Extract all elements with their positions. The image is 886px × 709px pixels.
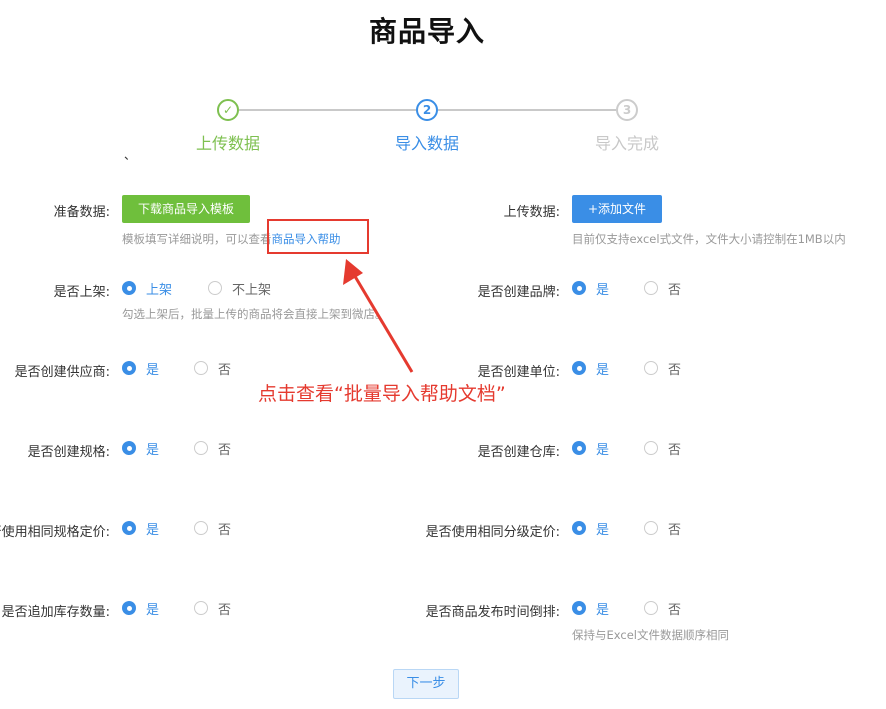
option-supplier-no-radio[interactable]: [194, 361, 208, 375]
step-connector-2: [438, 109, 616, 111]
option-same-spec-price-no-text[interactable]: 否: [218, 519, 231, 538]
option-warehouse-yes-text[interactable]: 是: [596, 439, 609, 458]
annotation-text: 点击查看“批量导入帮助文档”: [258, 383, 506, 405]
step-2-label: 导入数据: [394, 134, 459, 153]
step-3-indicator: 3: [616, 99, 638, 121]
option-append-stock-label: 是否追加库存数量:: [1, 605, 110, 620]
option-supplier-no-text[interactable]: 否: [218, 359, 231, 378]
option-append-stock-yes-text[interactable]: 是: [146, 599, 159, 618]
option-append-stock-no-text[interactable]: 否: [218, 599, 231, 618]
option-same-tier-price-label: 是否使用相同分级定价:: [425, 525, 560, 540]
add-file-button[interactable]: +添加文件: [572, 195, 663, 223]
option-same-spec-price-yes-radio[interactable]: [122, 521, 136, 535]
option-brand-no-radio[interactable]: [644, 281, 658, 295]
step-3-label: 导入完成: [594, 134, 659, 153]
option-supplier-yes-radio[interactable]: [122, 361, 136, 375]
option-reverse-publish-yes-radio[interactable]: [572, 601, 586, 615]
option-unit-yes-text[interactable]: 是: [596, 359, 609, 378]
option-append-stock-yes-radio[interactable]: [122, 601, 136, 615]
stray-mark: 、: [124, 148, 137, 162]
option-shelf-yes-text[interactable]: 上架: [146, 279, 172, 298]
step-2-indicator: 2: [416, 99, 438, 121]
page-title: 商品导入: [368, 15, 485, 48]
option-shelf-hint: 勾选上架后，批量上传的商品将会直接上架到微店。: [122, 307, 387, 321]
option-reverse-publish-no-text[interactable]: 否: [668, 599, 681, 618]
option-spec-no-radio[interactable]: [194, 441, 208, 455]
prepare-hint-text: 模板填写详细说明，可以查看: [122, 232, 272, 246]
option-same-tier-price-no-radio[interactable]: [644, 521, 658, 535]
option-reverse-publish-hint: 保持与Excel文件数据顺序相同: [572, 628, 729, 642]
option-unit-label: 是否创建单位:: [477, 365, 560, 380]
option-unit-yes-radio[interactable]: [572, 361, 586, 375]
option-spec-no-text[interactable]: 否: [218, 439, 231, 458]
option-brand-no-text[interactable]: 否: [668, 279, 681, 298]
upload-data-label: 上传数据:: [503, 205, 560, 220]
option-brand-yes-text[interactable]: 是: [596, 279, 609, 298]
option-supplier-label: 是否创建供应商:: [14, 365, 110, 380]
option-spec-yes-radio[interactable]: [122, 441, 136, 455]
option-warehouse-no-text[interactable]: 否: [668, 439, 681, 458]
upload-hint: 目前仅支持excel式文件，文件大小请控制在1MB以内: [572, 232, 846, 246]
option-warehouse-label: 是否创建仓库:: [477, 445, 560, 460]
option-warehouse-yes-radio[interactable]: [572, 441, 586, 455]
option-unit-no-radio[interactable]: [644, 361, 658, 375]
option-same-spec-price-yes-text[interactable]: 是: [146, 519, 159, 538]
option-shelf-no-radio[interactable]: [208, 281, 222, 295]
option-shelf-yes-radio[interactable]: [122, 281, 136, 295]
option-shelf-no-text[interactable]: 不上架: [232, 279, 271, 298]
option-unit-no-text[interactable]: 否: [668, 359, 681, 378]
option-reverse-publish-no-radio[interactable]: [644, 601, 658, 615]
option-same-tier-price-yes-radio[interactable]: [572, 521, 586, 535]
option-spec-yes-text[interactable]: 是: [146, 439, 159, 458]
step-1-check-icon: ✓: [217, 99, 239, 121]
option-warehouse-no-radio[interactable]: [644, 441, 658, 455]
option-append-stock-no-radio[interactable]: [194, 601, 208, 615]
option-shelf-label: 是否上架:: [53, 285, 110, 300]
next-step-button[interactable]: 下一步: [393, 669, 459, 699]
option-same-tier-price-yes-text[interactable]: 是: [596, 519, 609, 538]
download-template-button[interactable]: 下载商品导入模板: [122, 195, 251, 223]
option-same-spec-price-no-radio[interactable]: [194, 521, 208, 535]
option-same-spec-price-label: 否使用相同规格定价:: [0, 525, 110, 540]
option-supplier-yes-text[interactable]: 是: [146, 359, 159, 378]
option-spec-label: 是否创建规格:: [27, 445, 110, 460]
step-connector-1: [239, 109, 416, 111]
option-same-tier-price-no-text[interactable]: 否: [668, 519, 681, 538]
option-reverse-publish-label: 是否商品发布时间倒排:: [425, 605, 560, 620]
option-brand-yes-radio[interactable]: [572, 281, 586, 295]
step-1-label: 上传数据: [195, 134, 260, 153]
option-brand-label: 是否创建品牌:: [477, 285, 560, 300]
prepare-data-label: 准备数据:: [53, 205, 110, 220]
annotation-highlight-box: [267, 219, 369, 254]
option-reverse-publish-yes-text[interactable]: 是: [596, 599, 609, 618]
